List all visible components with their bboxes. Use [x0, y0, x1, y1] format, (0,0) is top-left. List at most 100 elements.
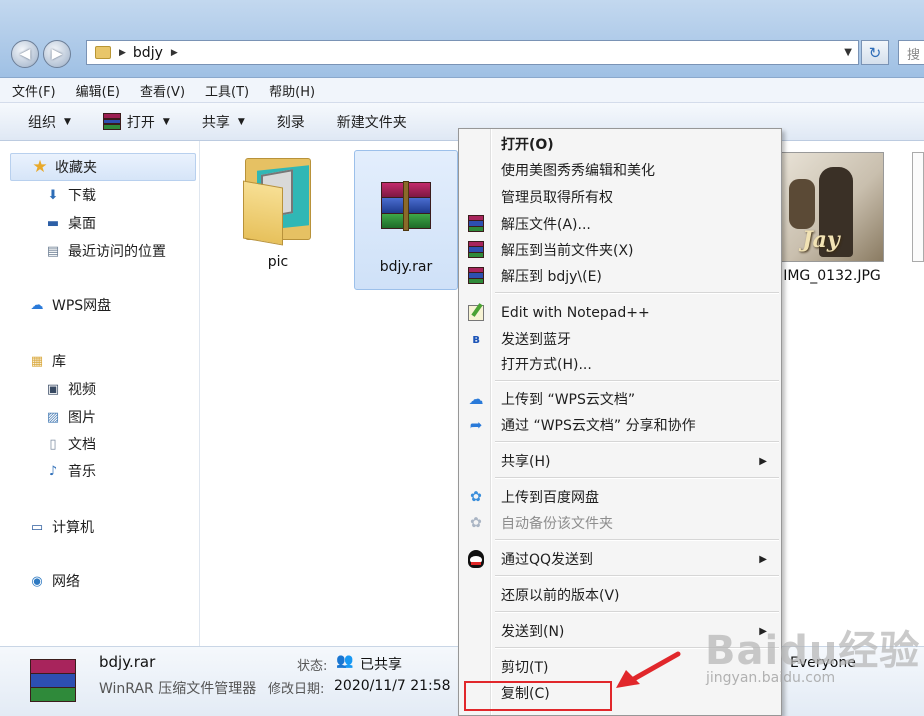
breadcrumb-separator-icon[interactable]: ▶	[119, 48, 126, 58]
menu-item-meitu[interactable]: 使用美图秀秀编辑和美化	[461, 158, 779, 182]
menu-item-label: 解压到 bdjy\(E)	[501, 269, 602, 285]
breadcrumb-separator-icon[interactable]: ▶	[171, 48, 178, 58]
menu-item-auto-backup: ✿ 自动备份该文件夹	[461, 511, 779, 535]
winrar-icon	[467, 215, 485, 233]
sidebar-item-videos[interactable]: ▣ 视频	[44, 379, 96, 399]
winrar-icon	[102, 113, 121, 131]
sidebar-item-music[interactable]: ♪ 音乐	[44, 461, 96, 481]
file-item-img-0132[interactable]: Jay IMG_0132.JPG	[780, 152, 884, 284]
menu-item-send-qq[interactable]: 通过QQ发送到 ▶	[461, 547, 779, 571]
menu-separator	[495, 292, 779, 294]
sidebar-item-recent[interactable]: ▤ 最近访问的位置	[44, 241, 166, 261]
sidebar-item-documents[interactable]: ▯ 文档	[44, 434, 96, 454]
menu-item-label: 解压到当前文件夹(X)	[501, 243, 634, 259]
sidebar-item-desktop[interactable]: ▬ 桌面	[44, 213, 96, 233]
sidebar-label: 图片	[68, 410, 96, 426]
back-button[interactable]: ◀	[11, 40, 39, 68]
menu-item-label: 管理员取得所有权	[501, 190, 613, 206]
menu-item-label: 打开方式(H)...	[501, 357, 592, 373]
sidebar-label: 库	[52, 354, 66, 370]
documents-icon: ▯	[49, 436, 57, 452]
new-folder-button[interactable]: 新建文件夹	[337, 112, 407, 132]
menu-item-extract-files[interactable]: 解压文件(A)...	[461, 212, 779, 236]
file-item-bdjy-rar[interactable]: bdjy.rar	[354, 150, 458, 290]
file-name: pic	[267, 254, 289, 270]
sidebar-label: 计算机	[52, 520, 94, 536]
breadcrumb-bdjy[interactable]: bdjy	[133, 45, 163, 61]
submenu-arrow-icon: ▶	[759, 553, 767, 565]
menu-item-label: 发送到蓝牙	[501, 332, 571, 348]
folder-icon	[95, 46, 111, 59]
menu-item-extract-to-folder[interactable]: 解压到 bdjy\(E)	[461, 264, 779, 288]
menu-item-upload-baidu[interactable]: ✿ 上传到百度网盘	[461, 485, 779, 509]
share-label: 共享	[201, 114, 230, 131]
chevron-down-icon: ▼	[162, 116, 170, 127]
sidebar-item-wps-cloud[interactable]: ☁ WPS网盘	[28, 295, 112, 315]
menu-edit[interactable]: 编辑(E)	[76, 81, 120, 100]
annotation-highlight-box	[464, 681, 612, 711]
window-titlebar: ◀ ▶ ▶ bdjy ▶ ▼ ↻ 搜	[0, 0, 924, 78]
menu-item-notepad-plus-plus[interactable]: Edit with Notepad++	[461, 301, 779, 325]
image-thumbnail: Jay	[780, 152, 884, 262]
address-dropdown-icon[interactable]: ▼	[844, 47, 852, 58]
sidebar-item-favorites[interactable]: ★ 收藏夹	[10, 153, 196, 181]
sidebar-item-libraries[interactable]: ▦ 库	[28, 351, 66, 371]
menu-item-extract-here[interactable]: 解压到当前文件夹(X)	[461, 238, 779, 262]
menu-separator	[495, 539, 779, 541]
pictures-icon: ▨	[46, 409, 60, 425]
address-bar[interactable]: ▶ bdjy ▶ ▼	[86, 40, 859, 65]
menu-item-restore-versions[interactable]: 还原以前的版本(V)	[461, 583, 779, 607]
network-icon: ◉	[31, 573, 43, 589]
open-button[interactable]: 打开 ▼	[102, 112, 170, 132]
burn-button[interactable]: 刻录	[277, 112, 305, 132]
cloud-upload-icon: ☁	[468, 390, 484, 408]
forward-button[interactable]: ▶	[43, 40, 71, 68]
menu-file[interactable]: 文件(F)	[12, 81, 56, 100]
menu-item-send-to[interactable]: 发送到(N) ▶	[461, 619, 779, 643]
sidebar-label: 音乐	[68, 464, 96, 480]
notepad-plus-plus-icon	[467, 304, 485, 322]
sidebar-item-computer[interactable]: ▭ 计算机	[28, 517, 94, 537]
sidebar-item-pictures[interactable]: ▨ 图片	[44, 407, 96, 427]
menu-item-open-with[interactable]: 打开方式(H)...	[461, 352, 779, 376]
bluetooth-icon: ʙ	[472, 332, 480, 346]
menu-item-take-ownership[interactable]: 管理员取得所有权	[461, 185, 779, 209]
file-item-pic[interactable]: pic	[228, 150, 328, 270]
menu-help[interactable]: 帮助(H)	[269, 81, 315, 100]
sidebar-item-downloads[interactable]: ⬇ 下载	[44, 185, 96, 205]
winrar-archive-icon	[381, 181, 431, 231]
menu-tools[interactable]: 工具(T)	[205, 81, 249, 100]
menu-item-label: 上传到 “WPS云文档”	[501, 392, 636, 408]
menu-item-send-bluetooth[interactable]: ʙ 发送到蓝牙	[461, 327, 779, 351]
file-item-partial[interactable]	[912, 152, 924, 262]
details-shared-with: Everyone	[790, 655, 856, 671]
menu-item-label: 上传到百度网盘	[501, 490, 599, 506]
library-icon: ▦	[30, 353, 44, 369]
recent-places-icon: ▤	[46, 243, 60, 259]
menu-item-label: 共享(H)	[501, 454, 551, 470]
music-icon: ♪	[48, 463, 58, 479]
organize-button[interactable]: 组织 ▼	[28, 112, 71, 132]
desktop-icon: ▬	[46, 215, 60, 231]
folder-icon	[243, 150, 313, 246]
menu-item-label: 发送到(N)	[501, 624, 565, 640]
navigation-pane: ★ 收藏夹 ⬇ 下载 ▬ 桌面 ▤ 最近访问的位置 ☁ WPS网盘 ▦ 库 ▣ …	[0, 141, 200, 646]
menu-item-open[interactable]: 打开(O)	[461, 132, 779, 156]
share-button[interactable]: 共享 ▼	[202, 112, 245, 132]
menu-item-upload-wps[interactable]: ☁ 上传到 “WPS云文档”	[461, 387, 779, 411]
video-icon: ▣	[46, 381, 60, 397]
menu-item-share-wps[interactable]: ➦ 通过 “WPS云文档” 分享和协作	[461, 413, 779, 437]
sidebar-label: 最近访问的位置	[68, 244, 166, 260]
sidebar-label: 下载	[68, 188, 96, 204]
burn-label: 刻录	[276, 114, 305, 131]
menu-view[interactable]: 查看(V)	[140, 81, 185, 100]
sidebar-label: 收藏夹	[55, 160, 97, 176]
menu-item-share[interactable]: 共享(H) ▶	[461, 449, 779, 473]
menu-separator	[495, 647, 779, 649]
sidebar-label: WPS网盘	[52, 298, 112, 314]
refresh-button[interactable]: ↻	[861, 40, 889, 65]
sidebar-item-network[interactable]: ◉ 网络	[28, 571, 80, 591]
search-input[interactable]: 搜	[898, 40, 924, 65]
share-icon: ➦	[469, 416, 483, 434]
menu-item-label: 解压文件(A)...	[501, 217, 591, 233]
